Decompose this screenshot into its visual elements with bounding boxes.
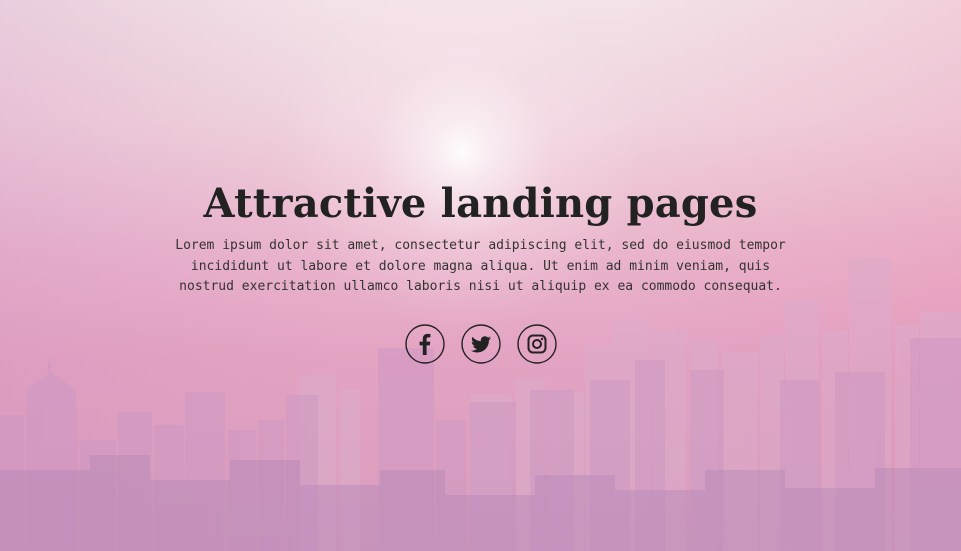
hero-description-line: incididunt ut labore et dolore magna ali… xyxy=(190,258,771,274)
facebook-icon xyxy=(404,323,445,364)
hero-description-line: Lorem ipsum dolor sit amet, consectetur … xyxy=(175,238,786,253)
hero-description: Lorem ipsum dolor sit amet, consectetur … xyxy=(151,236,811,298)
hero-title: Attractive landing pages xyxy=(203,180,758,227)
twitter-link[interactable] xyxy=(460,323,501,364)
social-links xyxy=(0,323,961,364)
hero-description-line: nostrud exercitation ullamco laboris nis… xyxy=(179,279,782,294)
hero-section: Attractive landing pages Lorem ipsum dol… xyxy=(0,0,961,551)
hero-content: Attractive landing pages Lorem ipsum dol… xyxy=(0,180,961,364)
instagram-link[interactable] xyxy=(516,323,557,364)
facebook-link[interactable] xyxy=(404,323,445,364)
instagram-icon xyxy=(516,323,557,364)
twitter-icon xyxy=(460,323,501,364)
